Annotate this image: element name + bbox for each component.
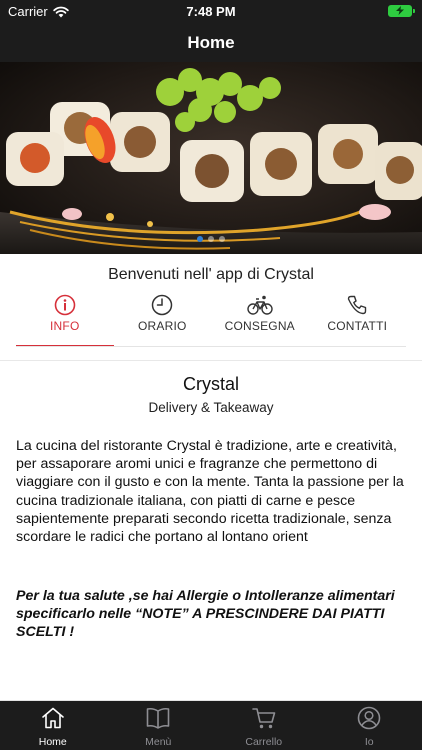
carousel-dot[interactable] (219, 236, 225, 242)
section-divider (0, 360, 422, 361)
tab-orario[interactable]: ORARIO (114, 292, 212, 347)
status-time: 7:48 PM (186, 4, 236, 19)
tabbar-menu[interactable]: Menù (106, 701, 212, 750)
carousel-dot[interactable] (197, 236, 203, 242)
phone-icon (309, 292, 407, 318)
tabs-divider (16, 346, 406, 347)
tabbar-cart[interactable]: Carrello (211, 701, 317, 750)
tabbar-profile[interactable]: Io (317, 701, 422, 750)
restaurant-description: La cucina del ristorante Crystal è tradi… (16, 438, 404, 546)
user-icon (357, 706, 381, 730)
info-icon (16, 292, 114, 318)
tab-label: ORARIO (137, 319, 187, 333)
tabbar-label: Home (38, 736, 67, 748)
bottom-tab-bar: Home Menù Carrello Io (0, 701, 422, 750)
tabbar-label: Menù (145, 736, 172, 748)
tab-label: CONSEGNA (224, 319, 295, 333)
info-tabs: INFO ORARIO CONSEGNA CONTATTI (16, 292, 406, 347)
carousel-page-indicator[interactable] (0, 236, 422, 242)
status-bar: Carrier 7:48 PM (0, 0, 422, 24)
clock-icon (114, 292, 212, 318)
tabbar-home[interactable]: Home (0, 701, 106, 750)
page-title: Home (187, 33, 235, 52)
battery-charging-icon (388, 5, 415, 17)
hero-carousel[interactable] (0, 62, 422, 254)
navigation-bar: Home (0, 24, 422, 62)
restaurant-subtitle: Delivery & Takeaway (148, 400, 274, 415)
tabbar-label: Carrello (245, 736, 283, 748)
allergy-notice: Per la tua salute ,se hai Allergie o Int… (16, 588, 395, 641)
tab-label: CONTATTI (327, 319, 388, 333)
home-icon (41, 707, 64, 729)
tab-label: INFO (50, 319, 80, 333)
sushi-rolls-photo (0, 62, 422, 254)
tab-consegna[interactable]: CONSEGNA (211, 292, 309, 347)
tab-contatti[interactable]: CONTATTI (309, 292, 407, 347)
tabbar-label: Io (364, 736, 374, 748)
carousel-dot[interactable] (208, 236, 214, 242)
cart-icon (251, 708, 276, 729)
bicycle-icon (211, 292, 309, 318)
welcome-text: Benvenuti nell' app di Crystal (108, 266, 314, 283)
tab-info[interactable]: INFO (16, 292, 114, 347)
restaurant-name: Crystal (182, 374, 239, 394)
book-icon (146, 707, 170, 729)
